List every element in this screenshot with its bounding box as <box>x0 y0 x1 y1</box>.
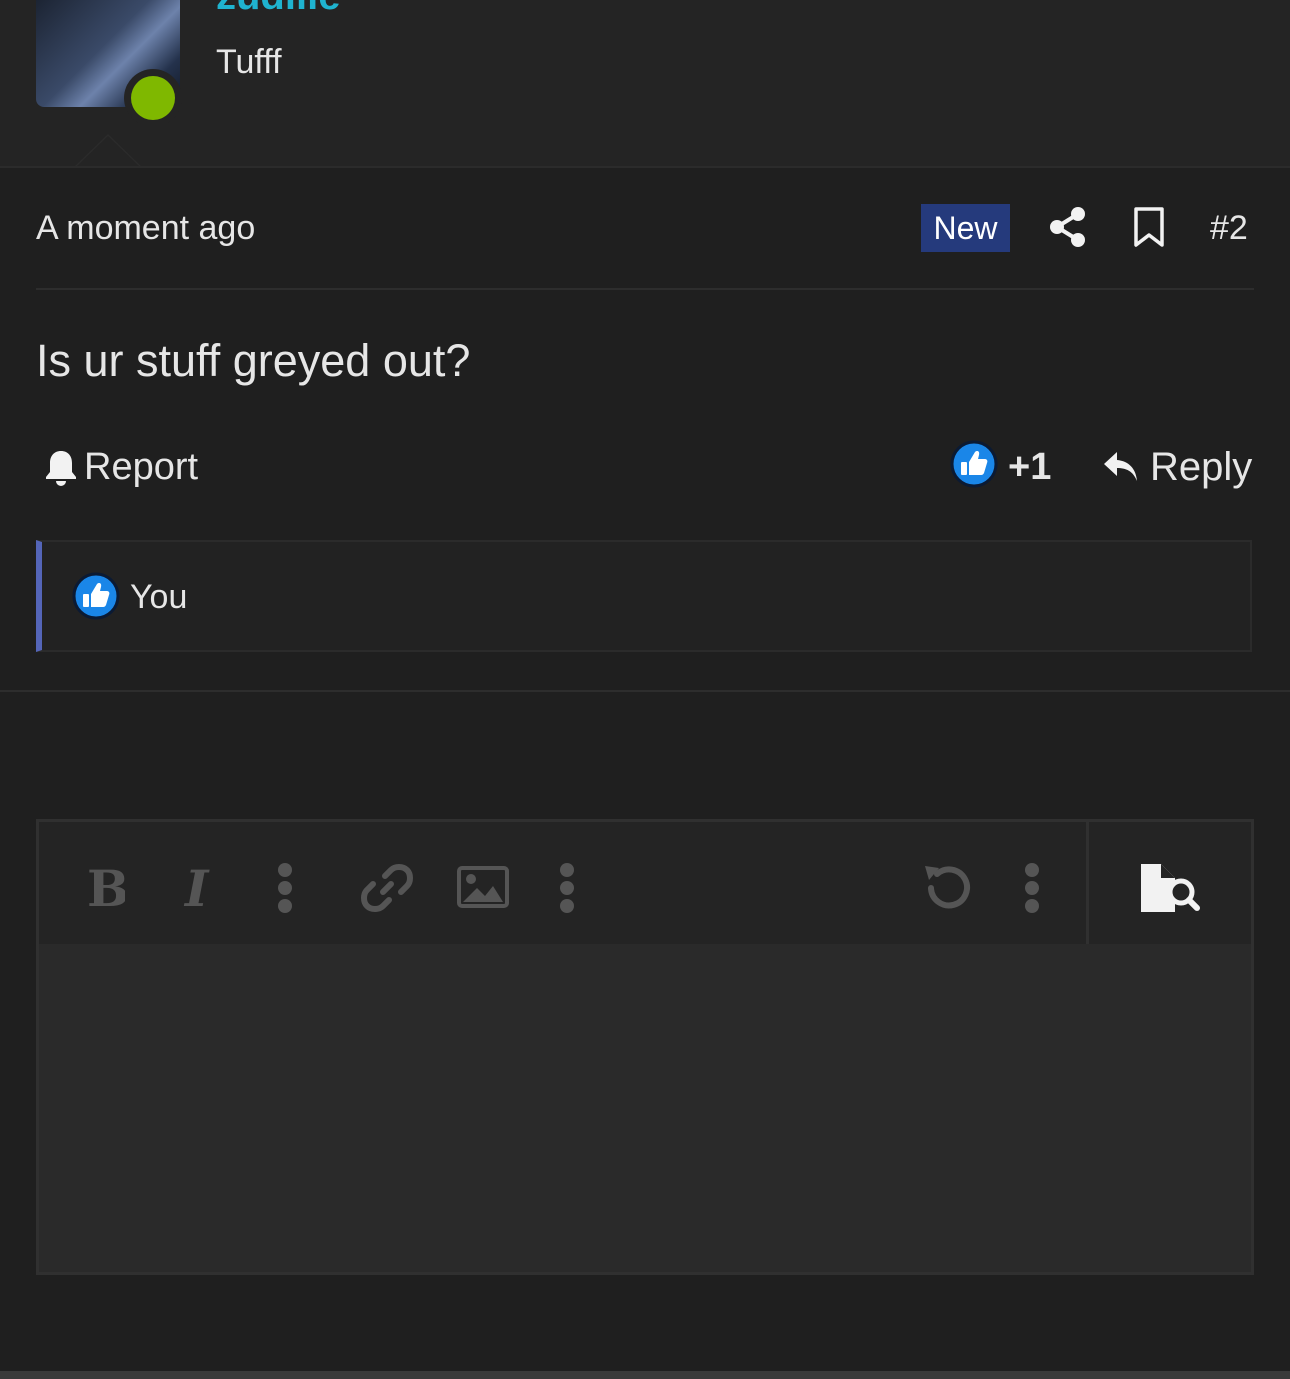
bottom-bar <box>0 1371 1290 1379</box>
svg-text:B: B <box>87 864 125 910</box>
reply-button[interactable]: Reply <box>1102 444 1252 490</box>
share-icon[interactable] <box>1048 206 1088 248</box>
post-body: Is ur stuff greyed out? <box>36 335 471 386</box>
username-link[interactable]: zudiiie <box>216 0 340 16</box>
editor-toolbar: B I <box>39 822 1087 944</box>
italic-icon[interactable]: I <box>183 864 219 910</box>
post-number-link[interactable]: #2 <box>1210 207 1248 249</box>
bold-icon[interactable]: B <box>85 864 125 910</box>
divider <box>0 690 1290 692</box>
link-icon[interactable] <box>361 862 413 914</box>
reactions-list[interactable] <box>36 540 1252 652</box>
report-label: Report <box>84 445 199 488</box>
online-status-icon <box>124 69 182 127</box>
divider <box>0 166 1290 168</box>
like-icon[interactable] <box>950 440 998 488</box>
report-button[interactable]: Report <box>44 444 198 490</box>
bookmark-icon[interactable] <box>1132 207 1166 247</box>
more-vertical-icon[interactable] <box>275 862 295 914</box>
undo-icon[interactable] <box>921 862 973 914</box>
bell-icon <box>46 451 76 486</box>
reaction-user[interactable]: You <box>130 576 187 618</box>
svg-text:I: I <box>183 864 210 910</box>
user-title: Tufff <box>216 43 282 81</box>
image-icon[interactable] <box>457 866 509 908</box>
more-vertical-icon[interactable] <box>1022 862 1042 914</box>
caret-divider-inner <box>76 136 140 167</box>
preview-toolbar <box>1089 822 1251 944</box>
preview-icon[interactable] <box>1139 862 1201 914</box>
reply-icon <box>1104 452 1137 481</box>
reaction-count[interactable]: +1 <box>1008 444 1051 490</box>
post-timestamp[interactable]: A moment ago <box>36 207 255 249</box>
divider <box>36 288 1254 290</box>
like-icon <box>72 572 120 620</box>
user-header <box>0 0 1290 166</box>
reply-label: Reply <box>1150 444 1253 489</box>
new-badge: New <box>921 204 1010 252</box>
more-vertical-icon[interactable] <box>557 862 577 914</box>
